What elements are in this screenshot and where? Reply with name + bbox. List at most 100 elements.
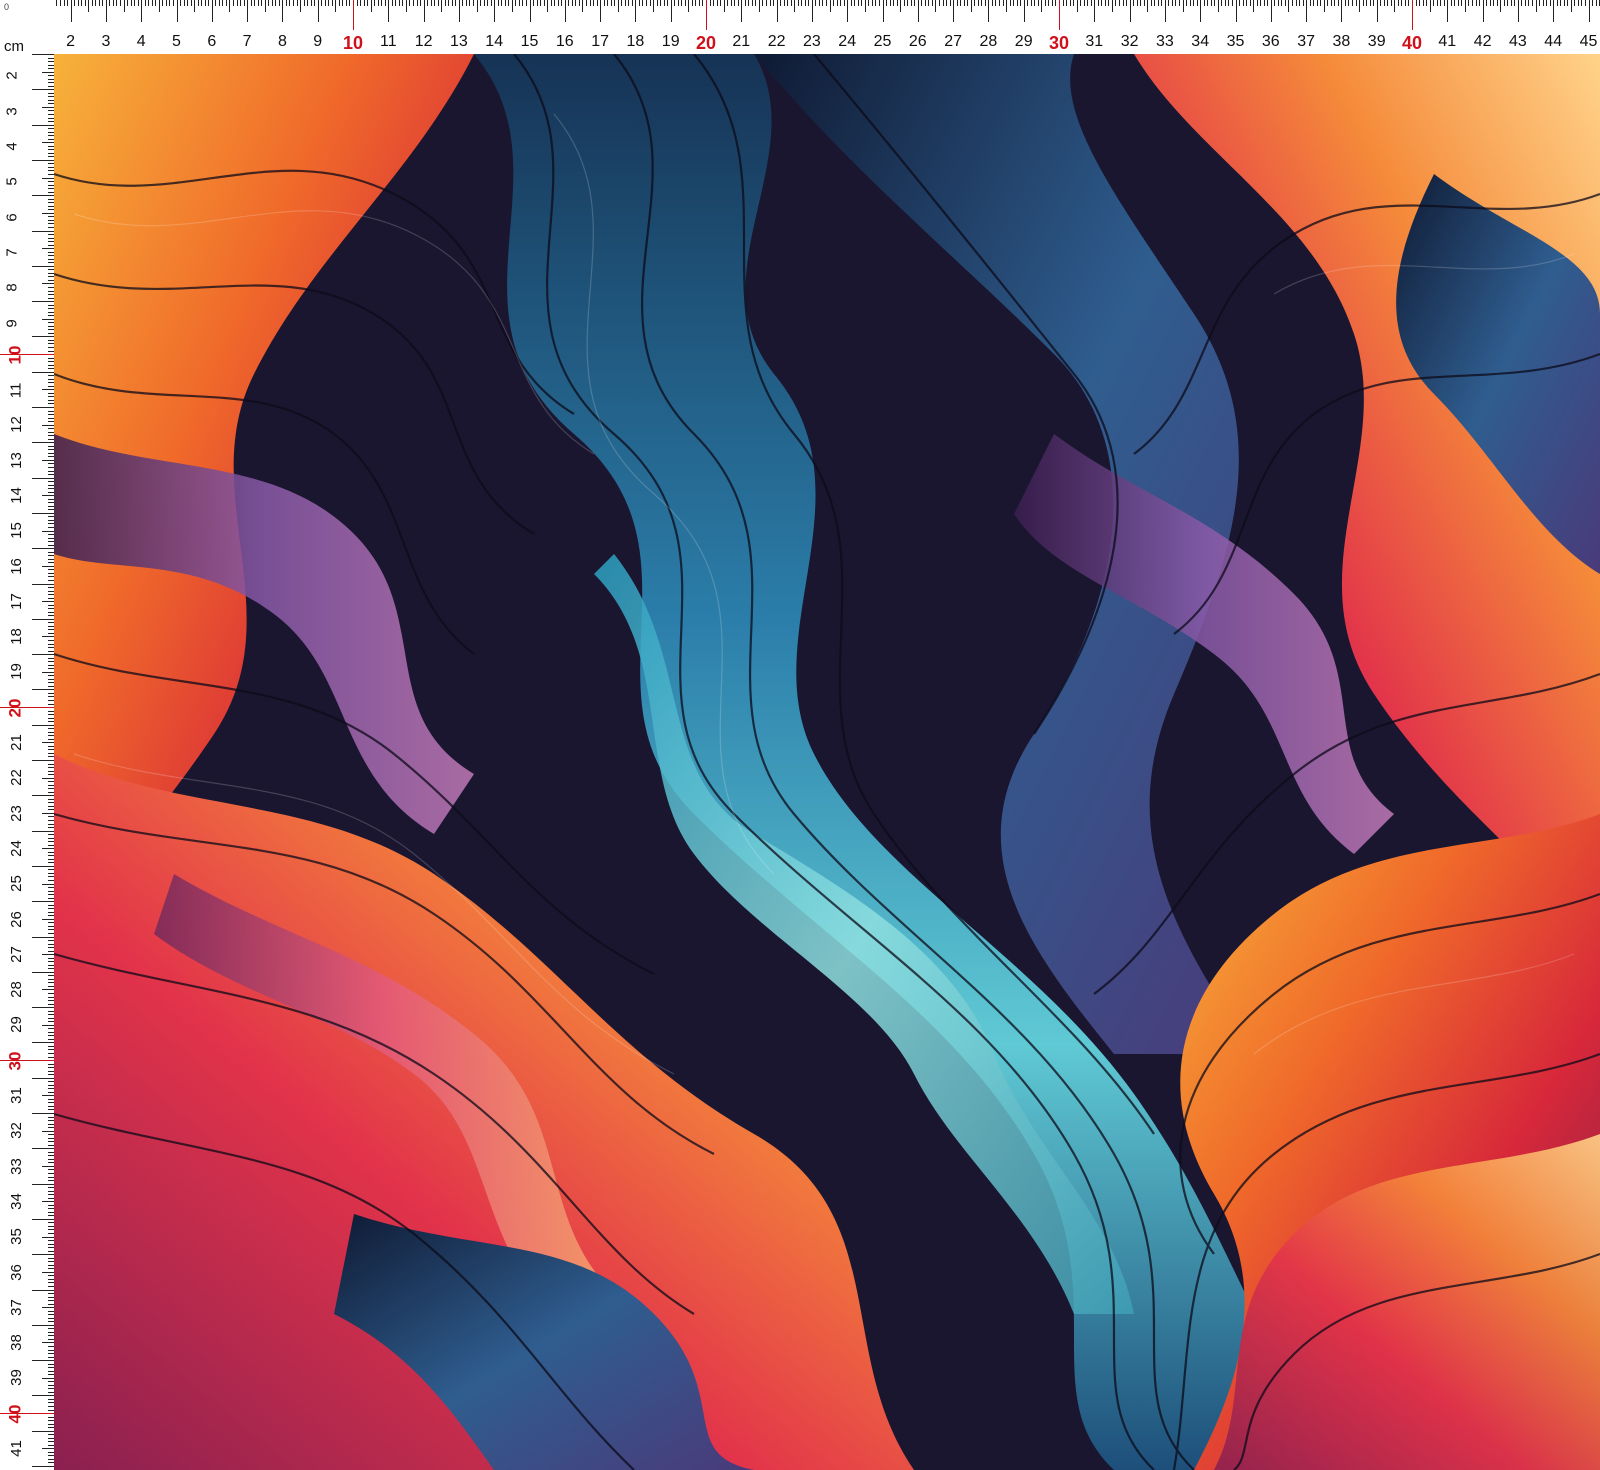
ruler-tick [688,0,690,12]
ruler-tick [1221,0,1223,6]
ruler-tick [218,0,220,6]
ruler-tick [928,0,930,6]
ruler-tick [1115,0,1117,6]
ruler-tick [342,0,344,6]
ruler-tick [331,0,333,6]
left-ruler-label: 41 [7,1440,25,1457]
ruler-tick [956,0,958,6]
ruler-tick [811,0,813,22]
ruler-tick [321,0,323,6]
ruler-tick [1595,0,1597,6]
ruler-tick [1380,0,1382,6]
ruler-tick [1186,0,1188,6]
ruler-tick [42,1448,54,1450]
ruler-tick [840,0,842,6]
top-ruler-label: 37 [1297,33,1315,50]
ruler-tick [32,618,54,620]
ruler-tick [42,1307,54,1309]
top-ruler-label: 2 [66,33,76,50]
ruler-tick [434,0,436,6]
ruler-tick [1567,0,1569,6]
ruler-tick [70,0,72,22]
ruler-tick [935,0,937,12]
top-ruler-label: 39 [1367,33,1386,50]
ruler-tick [1249,0,1251,6]
ruler-tick [624,0,626,6]
ruler-tick [1334,0,1336,6]
top-ruler: 1234567891011121314151617181920212223242… [0,0,1600,54]
ruler-tick [374,0,376,6]
ruler-tick [74,0,76,6]
ruler-tick [430,0,432,6]
ruler-tick [787,0,789,6]
ruler-tick [204,0,206,6]
top-ruler-label: 15 [520,33,539,50]
ruler-tick [1228,0,1230,6]
ruler-tick [921,0,923,6]
ruler-tick [621,0,623,6]
ruler-tick [1394,0,1396,12]
ruler-tick [32,124,54,126]
ruler-tick [1288,0,1290,12]
ruler-tick [1493,0,1495,6]
ruler-tick [1094,0,1096,22]
left-ruler-label: 7 [3,248,21,257]
ruler-tick [1048,0,1050,6]
ruler-tick [1341,0,1343,22]
ruler-tick [864,0,866,12]
ruler-tick [663,0,665,6]
ruler-tick [88,0,90,12]
ruler-tick [702,0,704,6]
ruler-tick [533,0,535,6]
ruler-tick [123,0,125,12]
top-ruler-label: 30 [1048,33,1070,53]
ruler-tick [642,0,644,6]
left-ruler-label: 34 [7,1193,25,1210]
ruler-tick [95,0,97,6]
ruler-tick [381,0,383,6]
ruler-tick [889,0,891,6]
ruler-tick [1592,0,1594,6]
top-ruler-label: 28 [979,33,998,50]
ruler-tick [194,0,196,12]
ruler-tick [42,1271,54,1273]
ruler-tick [487,0,489,6]
ruler-tick [1397,0,1399,6]
ruler-tick [81,0,83,6]
ruler-major-tick [0,1060,54,1062]
top-ruler-label: 43 [1509,33,1527,50]
ruler-tick [448,0,450,6]
ruler-tick [1510,0,1512,6]
ruler-tick [882,0,884,22]
ruler-tick [529,0,531,22]
ruler-tick [667,0,669,6]
left-ruler-label: 18 [7,628,25,645]
ruler-tick [1150,0,1152,6]
top-ruler-label: 38 [1332,33,1351,50]
ruler-tick [1136,0,1138,6]
ruler-tick [32,195,54,197]
ruler-tick [1306,0,1308,22]
ruler-tick [748,0,750,6]
ruler-tick [610,0,612,6]
ruler-tick [631,0,633,6]
ruler-tick [1436,0,1438,6]
ruler-tick [42,671,54,673]
ruler-tick [1327,0,1329,6]
ruler-tick [995,0,997,6]
ruler-tick [674,0,676,6]
ruler-tick [1295,0,1297,6]
ruler-tick [42,318,54,320]
ruler-tick [1111,0,1113,12]
ruler-tick [112,0,114,6]
left-ruler-label: 39 [7,1369,25,1387]
ruler-tick [77,0,79,6]
ruler-tick [275,0,277,6]
ruler-tick [670,0,672,22]
ruler-tick [32,265,54,267]
ruler-tick [32,548,54,550]
ruler-tick [1447,0,1449,22]
ruler-tick [1119,0,1120,6]
ruler-tick [1171,0,1173,6]
ruler-tick [801,0,803,6]
